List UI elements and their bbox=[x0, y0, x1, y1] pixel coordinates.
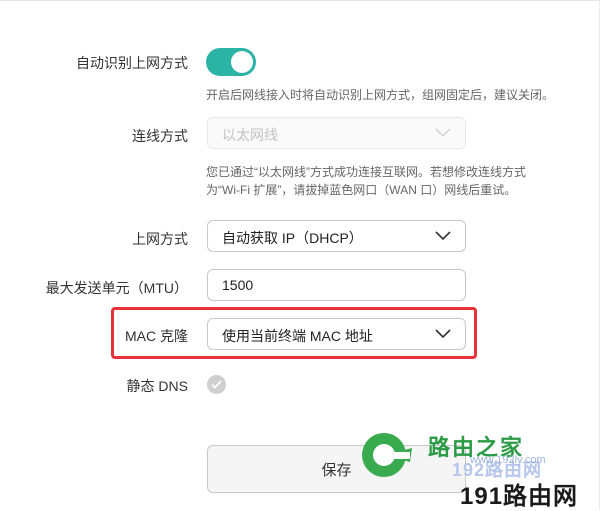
watermark-logo-icon bbox=[362, 433, 412, 477]
auto-detect-hint: 开启后网线接入时将自动识别上网方式，组网固定后，建议关闭。 bbox=[206, 88, 555, 102]
internet-mode-select[interactable]: 自动获取 IP（DHCP） bbox=[207, 220, 466, 252]
mtu-value: 1500 bbox=[222, 277, 254, 293]
auto-detect-toggle[interactable] bbox=[206, 48, 256, 76]
connection-select: 以太网线 bbox=[207, 117, 466, 149]
connection-hint-line1: 您已通过“以太网线”方式成功连接互联网。若想修改连线方式 bbox=[206, 165, 526, 179]
internet-mode-label: 上网方式 bbox=[132, 231, 188, 247]
internet-mode-value: 自动获取 IP（DHCP） bbox=[222, 230, 363, 246]
connection-label: 连线方式 bbox=[132, 128, 188, 144]
check-icon bbox=[211, 380, 222, 389]
chevron-down-icon bbox=[435, 231, 451, 241]
toggle-knob bbox=[231, 51, 253, 73]
static-dns-checkbox[interactable] bbox=[207, 375, 226, 394]
connection-hint-line2: 为“Wi-Fi 扩展”，请拔掉蓝色网口（WAN 口）网线后重试。 bbox=[206, 183, 517, 197]
top-divider bbox=[0, 0, 600, 1]
mac-clone-label: MAC 克隆 bbox=[125, 328, 188, 344]
chevron-down-icon bbox=[435, 128, 451, 138]
watermark-url: www.192ly.com bbox=[470, 454, 546, 466]
mtu-label: 最大发送单元（MTU） bbox=[45, 280, 188, 296]
connection-value: 以太网线 bbox=[222, 127, 278, 143]
mtu-input[interactable]: 1500 bbox=[207, 269, 466, 301]
mac-clone-value: 使用当前终端 MAC 地址 bbox=[222, 328, 373, 344]
auto-detect-label: 自动识别上网方式 bbox=[76, 55, 188, 71]
watermark-brand: 191路由网 bbox=[460, 483, 579, 510]
chevron-down-icon bbox=[435, 329, 451, 339]
mac-clone-select[interactable]: 使用当前终端 MAC 地址 bbox=[207, 318, 466, 350]
static-dns-label: 静态 DNS bbox=[126, 378, 188, 394]
